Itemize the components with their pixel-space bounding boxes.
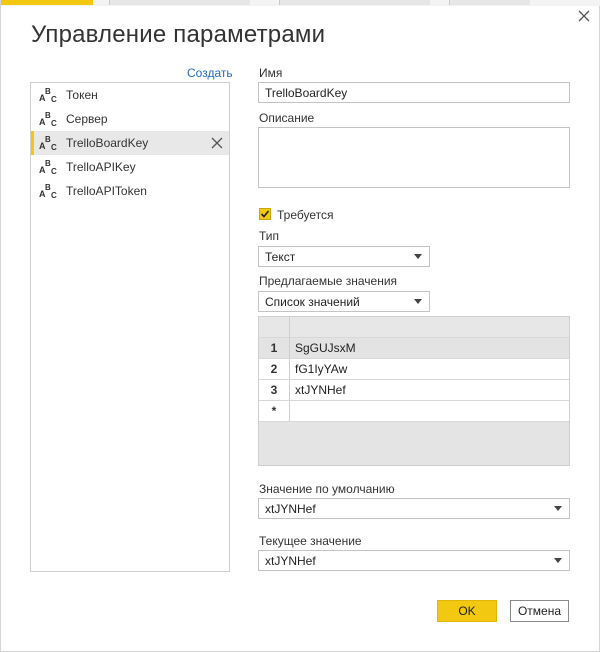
table-row[interactable]: 1 SgGUJsxM	[259, 338, 569, 359]
cancel-button[interactable]: Отмена	[510, 600, 569, 622]
new-row[interactable]: *	[259, 401, 569, 422]
row-number: 3	[259, 380, 290, 401]
parameter-item-label: TrelloAPIKey	[66, 160, 136, 174]
parameter-list: A B C Токен A B C Сервер A B C TrelloBoa…	[30, 82, 230, 572]
parameter-item-trelloapitoken[interactable]: A B C TrelloAPIToken	[31, 179, 229, 203]
new-value-cell[interactable]	[290, 401, 569, 422]
name-label: Имя	[259, 66, 283, 80]
suggested-values-label: Предлагаемые значения	[259, 274, 398, 288]
svg-text:C: C	[51, 119, 57, 127]
abc-text-type-icon: A B C	[39, 135, 57, 151]
description-textarea[interactable]	[258, 127, 570, 188]
abc-text-type-icon: A B C	[39, 183, 57, 199]
row-number: 2	[259, 359, 290, 380]
value-cell[interactable]: fG1IyYAw	[290, 359, 569, 380]
current-value-dropdown-value: xtJYNHef	[265, 553, 316, 568]
dialog-title: Управление параметрами	[31, 21, 326, 48]
default-value-dropdown-value: xtJYNHef	[265, 501, 316, 516]
background-window-strip	[1, 0, 600, 6]
ok-button[interactable]: OK	[437, 600, 497, 622]
type-dropdown[interactable]: Текст	[258, 246, 430, 267]
row-number: 1	[259, 338, 290, 359]
required-label: Требуется	[277, 208, 334, 222]
table-row[interactable]: 2 fG1IyYAw	[259, 359, 569, 380]
new-row-marker: *	[259, 401, 290, 422]
manage-parameters-dialog: Управление параметрами Создать A B C Ток…	[0, 0, 600, 652]
chevron-down-icon	[414, 253, 422, 259]
chevron-down-icon	[554, 557, 562, 563]
grid-header-row	[259, 317, 569, 338]
abc-text-type-icon: A B C	[39, 159, 57, 175]
current-value-label: Текущее значение	[259, 534, 362, 548]
default-value-label: Значение по умолчанию	[259, 482, 395, 496]
svg-text:C: C	[51, 167, 57, 175]
close-icon	[578, 10, 590, 22]
parameter-item-trelloapikey[interactable]: A B C TrelloAPIKey	[31, 155, 229, 179]
chevron-down-icon	[414, 298, 422, 304]
required-checkbox[interactable]	[259, 208, 271, 220]
parameter-item-label: TrelloAPIToken	[66, 184, 147, 198]
default-value-dropdown[interactable]: xtJYNHef	[258, 498, 570, 519]
abc-text-type-icon: A B C	[39, 111, 57, 127]
value-cell[interactable]: SgGUJsxM	[290, 338, 569, 359]
suggested-values-dropdown[interactable]: Список значений	[258, 291, 430, 312]
parameter-item-label: Сервер	[66, 112, 108, 126]
suggested-values-dropdown-value: Список значений	[265, 294, 360, 309]
svg-text:C: C	[51, 191, 57, 199]
close-button[interactable]	[574, 6, 594, 26]
parameter-item-token[interactable]: A B C Токен	[31, 83, 229, 107]
parameter-item-label: Токен	[66, 88, 98, 102]
table-row[interactable]: 3 xtJYNHef	[259, 380, 569, 401]
description-label: Описание	[259, 111, 315, 125]
value-cell[interactable]: xtJYNHef	[290, 380, 569, 401]
parameter-item-server[interactable]: A B C Сервер	[31, 107, 229, 131]
parameter-item-label: TrelloBoardKey	[66, 136, 149, 150]
parameter-item-trelloboardkey[interactable]: A B C TrelloBoardKey	[31, 131, 229, 155]
current-value-dropdown[interactable]: xtJYNHef	[258, 550, 570, 571]
type-label: Тип	[259, 229, 280, 243]
chevron-down-icon	[554, 505, 562, 511]
abc-text-type-icon: A B C	[39, 87, 57, 103]
remove-parameter-icon[interactable]	[209, 135, 225, 151]
type-dropdown-value: Текст	[265, 249, 296, 264]
create-parameter-link[interactable]: Создать	[187, 66, 233, 80]
svg-text:C: C	[51, 95, 57, 103]
svg-text:C: C	[51, 143, 57, 151]
name-input[interactable]	[258, 82, 570, 103]
checkmark-icon	[260, 210, 270, 218]
values-grid: 1 SgGUJsxM 2 fG1IyYAw 3 xtJYNHef *	[258, 316, 570, 466]
